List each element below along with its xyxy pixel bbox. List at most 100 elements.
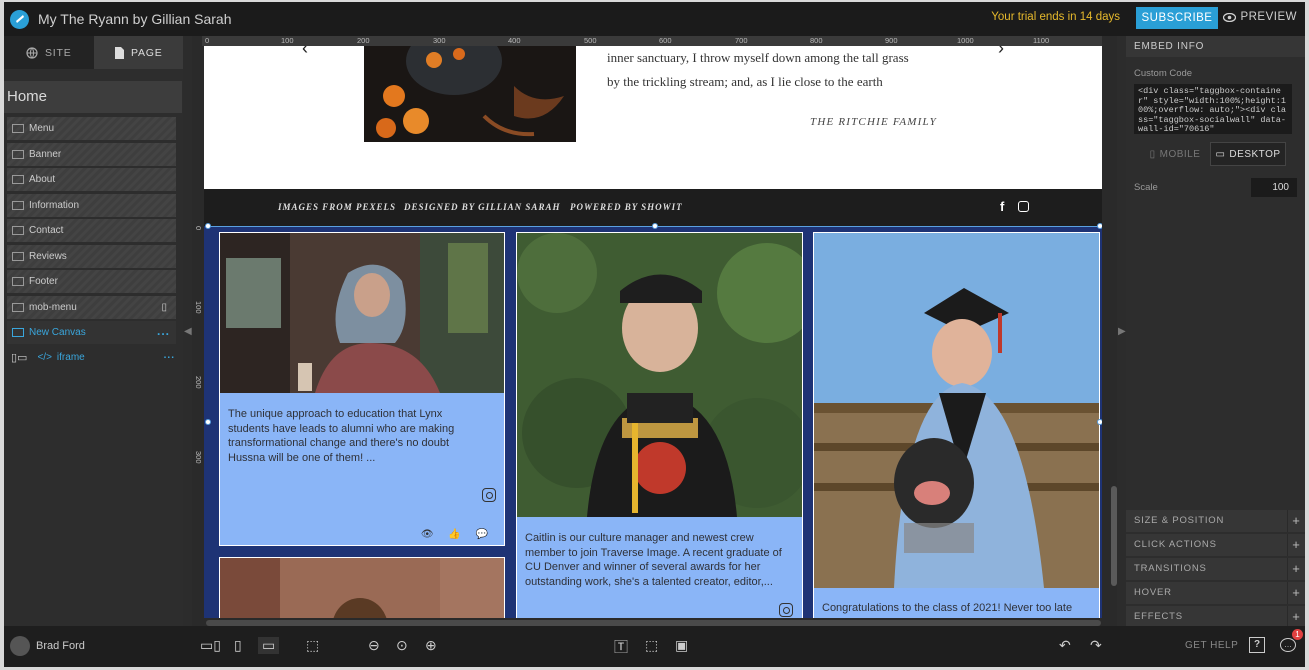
eye-icon [1223, 12, 1237, 22]
canvas-item-mob-menu[interactable]: mob-menu ▯ [7, 295, 176, 319]
custom-code-field[interactable]: <div class="taggbox-container" style="wi… [1134, 84, 1292, 134]
user-account[interactable]: Brad Ford [10, 636, 85, 656]
view-both-devices-icon[interactable]: ▭▯ [200, 637, 221, 654]
slider-next-arrow-icon[interactable]: › [998, 46, 1004, 59]
undo-icon[interactable]: ↶ [1059, 637, 1071, 654]
tab-desktop-label: DESKTOP [1229, 148, 1281, 160]
globe-icon [26, 46, 38, 59]
ruler-tick: 300 [433, 36, 446, 45]
section-effects[interactable]: EFFECTS + [1126, 606, 1305, 628]
zoom-out-icon[interactable]: ⊖ [368, 637, 380, 654]
view-desktop-icon[interactable]: ▭ [258, 637, 280, 654]
vertical-scrollbar[interactable] [1111, 486, 1117, 586]
canvas-item-footer[interactable]: Footer [7, 270, 176, 293]
canvas-item-information[interactable]: Information [7, 193, 176, 217]
social-post-card[interactable]: Caitlin is our culture manager and newes… [516, 232, 803, 618]
scale-label: Scale [1134, 182, 1158, 193]
footer-link-images[interactable]: IMAGES FROM PEXELS [278, 202, 396, 212]
canvas-item-contact[interactable]: Contact [7, 219, 176, 242]
layer-iframe[interactable]: ▯▭ </> iframe ... [7, 347, 183, 369]
expand-icon[interactable]: + [1287, 510, 1305, 532]
canvas-item-banner[interactable]: Banner [7, 142, 176, 166]
ruler-horizontal: 0 100 200 300 400 500 600 700 800 900 10… [202, 36, 1102, 46]
scale-input[interactable]: 100 [1251, 178, 1297, 197]
zoom-in-icon[interactable]: ⊕ [425, 637, 437, 654]
resize-handle[interactable] [205, 419, 211, 425]
footer-link-powered[interactable]: POWERED BY SHOWIT [570, 202, 683, 212]
canvas-item-reviews[interactable]: Reviews [7, 244, 176, 268]
canvas-item-new-canvas[interactable]: New Canvas... [7, 321, 176, 344]
add-shape-icon[interactable]: ⬚ [645, 637, 658, 654]
social-post-card[interactable]: Congratulations to the class of 2021! Ne… [813, 232, 1100, 618]
canvas-item-label: Information [29, 199, 80, 211]
canvas-item-label: mob-menu [29, 301, 77, 313]
add-text-icon[interactable]: 🅃 [614, 637, 628, 657]
section-transitions[interactable]: TRANSITIONS + [1126, 558, 1305, 580]
footer-link-designed[interactable]: DESIGNED BY GILLIAN SARAH [404, 202, 560, 212]
section-label: HOVER [1134, 587, 1172, 598]
device-visibility-icon: ▯▭ [11, 352, 28, 364]
resize-handle[interactable] [1097, 419, 1102, 425]
canvas-area: 0 100 200 300 400 500 600 700 800 900 10… [192, 36, 1117, 626]
social-post-card[interactable] [219, 557, 505, 618]
more-options-icon[interactable]: ... [157, 324, 170, 338]
section-size-position[interactable]: SIZE & POSITION + [1126, 510, 1305, 532]
subscribe-button[interactable]: SUBSCRIBE [1136, 7, 1218, 29]
chat-icon[interactable]: … [1280, 638, 1296, 652]
page-home[interactable]: Home [4, 81, 182, 113]
ruler-tick: 100 [194, 301, 203, 314]
expand-icon[interactable]: + [1287, 606, 1305, 628]
instagram-icon[interactable] [1018, 201, 1029, 212]
expand-icon[interactable]: + [1287, 534, 1305, 556]
canvas-item-about[interactable]: About [7, 168, 176, 191]
ruler-vertical: 0 100 200 300 [192, 226, 204, 626]
add-image-icon[interactable]: ▣ [675, 637, 688, 654]
ruler-tick: 400 [508, 36, 521, 45]
zoom-fit-icon[interactable]: ⊙ [396, 637, 408, 654]
canvas-icon [12, 124, 24, 133]
collapse-right-icon[interactable]: ▶ [1118, 326, 1126, 337]
layer-more-options-icon[interactable]: ... [164, 350, 175, 361]
selection-tool-icon[interactable]: ⬚ [306, 637, 319, 654]
showit-logo-icon[interactable] [10, 9, 29, 29]
trial-notice[interactable]: Your trial ends in 14 days [991, 11, 1120, 23]
canvas-item-menu[interactable]: Menu [7, 117, 176, 140]
ruler-tick: 0 [194, 226, 203, 231]
post-photo [517, 233, 802, 517]
tab-site[interactable]: SITE [4, 36, 94, 69]
tab-mobile[interactable]: ▯ MOBILE [1140, 142, 1210, 166]
help-icon[interactable]: ? [1249, 637, 1265, 653]
canvas-item-label: New Canvas [29, 327, 86, 338]
view-mobile-icon[interactable]: ▯ [234, 637, 242, 654]
resize-handle[interactable] [205, 223, 211, 229]
social-wall-embed[interactable]: The unique approach to education that Ly… [204, 223, 1102, 618]
resize-handle[interactable] [652, 223, 658, 229]
code-icon: </> [37, 352, 52, 363]
bottom-toolbar: Brad Ford ▭▯ ▯ ▭ ⬚ ⊖ ⊙ ⊕ 🅃 ⬚ ▣ ↶ ↷ GET H… [4, 626, 1305, 667]
preview-button[interactable]: PREVIEW [1223, 11, 1297, 23]
social-post-card[interactable]: The unique approach to education that Ly… [219, 232, 505, 546]
resize-handle[interactable] [1097, 223, 1102, 229]
tab-page[interactable]: PAGE [93, 36, 183, 69]
preview-label: PREVIEW [1240, 11, 1297, 23]
tab-desktop[interactable]: ▭ DESKTOP [1210, 142, 1286, 166]
slider-prev-arrow-icon[interactable]: ‹ [302, 46, 308, 59]
instagram-icon[interactable] [482, 488, 496, 502]
get-help-link[interactable]: GET HELP [1185, 640, 1238, 651]
section-hover[interactable]: HOVER + [1126, 582, 1305, 604]
food-photo[interactable] [364, 46, 576, 142]
layer-iframe-label: iframe [56, 352, 85, 363]
ruler-tick: 500 [584, 36, 597, 45]
review-author: THE RITCHIE FAMILY [810, 116, 937, 128]
site-page-tabs: SITE PAGE [4, 36, 183, 69]
facebook-icon[interactable]: f [1000, 199, 1004, 214]
collapse-left-icon[interactable]: ◀ [184, 326, 192, 337]
section-click-actions[interactable]: CLICK ACTIONS + [1126, 534, 1305, 556]
expand-icon[interactable]: + [1287, 582, 1305, 604]
instagram-icon[interactable] [779, 603, 793, 617]
redo-icon[interactable]: ↷ [1090, 637, 1102, 654]
expand-icon[interactable]: + [1287, 558, 1305, 580]
ruler-tick: 100 [281, 36, 294, 45]
tab-page-label: PAGE [130, 46, 163, 59]
ruler-tick: 0 [205, 36, 210, 45]
